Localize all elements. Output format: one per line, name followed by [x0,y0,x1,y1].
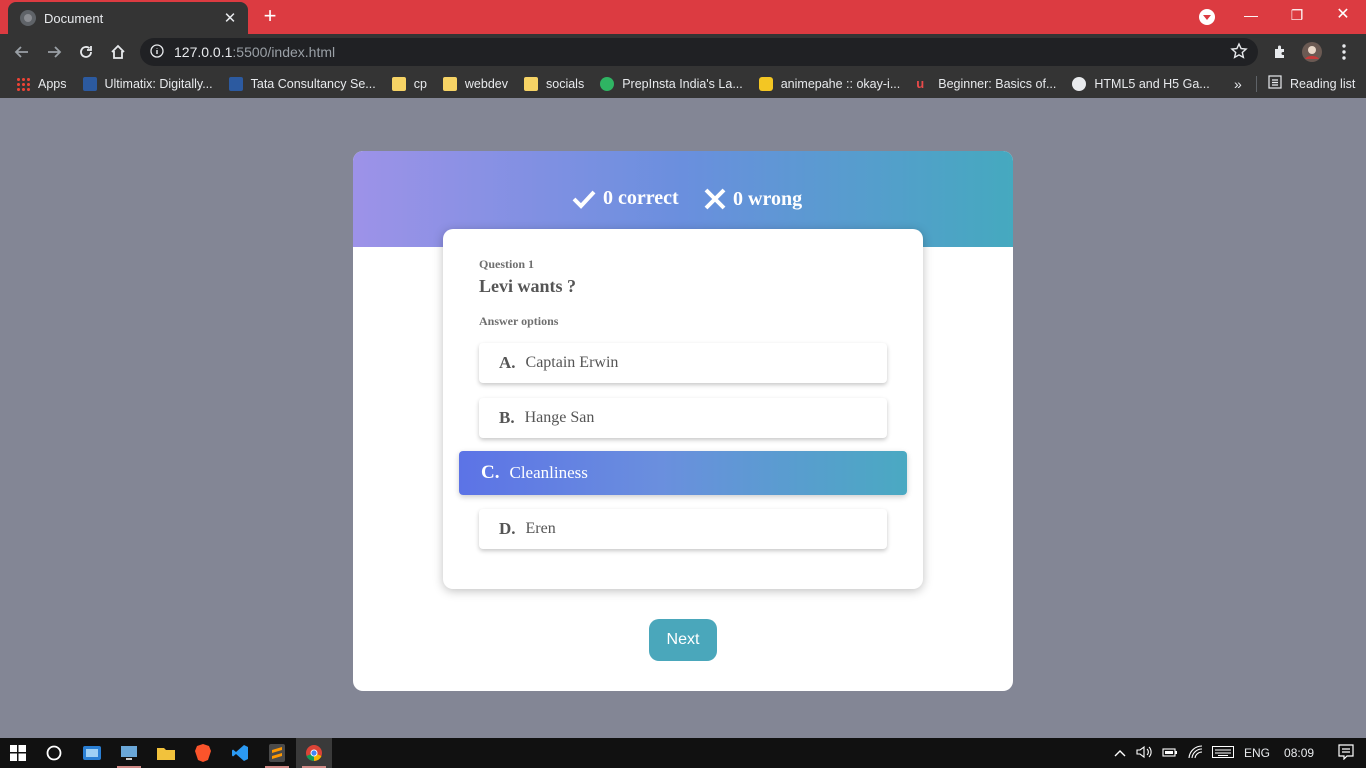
animepahe-icon [758,77,773,91]
folder-icon [442,77,457,91]
volume-icon[interactable] [1136,745,1152,762]
option-d[interactable]: D. Eren [479,509,887,549]
reload-icon[interactable] [74,40,98,64]
battery-icon[interactable] [1162,746,1178,761]
clock[interactable]: 08:09 [1284,746,1314,760]
bookmarks-overflow-icon[interactable]: » [1234,76,1242,92]
bookmark-prepinsta[interactable]: PrepInsta India's La... [600,77,743,91]
folder-icon [524,77,538,91]
prepinsta-icon [600,77,615,91]
option-text: Hange San [524,409,595,426]
menu-kebab-icon[interactable] [1332,40,1356,64]
app-icon[interactable] [74,738,110,768]
divider [1256,76,1257,92]
page-viewport: 0 correct 0 wrong Question 1 Levi wants … [0,98,1366,738]
next-button[interactable]: Next [649,619,717,661]
option-text: Cleanliness [509,463,588,482]
tab-strip: Document ✕ + — ❐ ✕ [0,0,1366,34]
windows-taskbar: ENG 08:09 [0,738,1366,768]
bookmark-folder-socials[interactable]: socials [524,77,584,91]
correct-count: 0 correct [603,187,679,209]
option-text: Captain Erwin [525,354,619,371]
folder-icon [391,77,406,91]
bookmarks-bar: Apps Ultimatix: Digitally... Tata Consul… [0,70,1366,98]
url-host: 127.0.0.1 [174,44,233,60]
tab-close-icon[interactable]: ✕ [222,9,238,27]
check-icon [572,190,596,209]
tata-icon [82,77,97,91]
reading-list-button[interactable]: Reading list [1268,75,1355,92]
option-text: Eren [525,520,556,537]
bookmark-star-icon[interactable] [1230,42,1248,63]
site-info-icon[interactable] [150,43,164,61]
bookmark-tcs[interactable]: Tata Consultancy Se... [228,77,376,91]
windows-start-icon[interactable] [0,738,36,768]
notification-center-icon[interactable] [1338,743,1354,763]
tab-document[interactable]: Document ✕ [8,2,248,34]
bookmark-folder-webdev[interactable]: webdev [442,77,508,91]
vscode-icon[interactable] [222,738,258,768]
wifi-icon[interactable] [1188,744,1204,762]
x-icon [704,188,726,210]
correct-score: 0 correct [571,187,679,210]
bookmark-html5-games[interactable]: HTML5 and H5 Ga... [1072,77,1210,91]
language-indicator[interactable]: ENG [1244,746,1270,760]
chevron-up-icon[interactable] [1114,746,1126,760]
quiz-container: 0 correct 0 wrong Question 1 Levi wants … [353,151,1013,691]
new-tab-button[interactable]: + [258,4,282,28]
wrong-count: 0 wrong [733,187,803,210]
option-c-selected[interactable]: C. Cleanliness [459,451,907,495]
bookmark-animepahe[interactable]: animepahe :: okay-i... [758,77,900,91]
globe-icon [1072,77,1087,91]
apps-grid-icon [16,77,30,91]
back-icon[interactable] [10,40,34,64]
address-bar[interactable]: 127.0.0.1:5500/index.html [140,38,1258,66]
chrome-icon[interactable] [296,738,332,768]
home-icon[interactable] [106,40,130,64]
avatar[interactable] [1300,40,1324,64]
bookmark-apps[interactable]: Apps [16,77,67,91]
url-path: :5500/index.html [232,44,336,60]
udemy-icon: u [916,76,925,91]
bookmark-ultimatix[interactable]: Ultimatix: Digitally... [82,77,213,91]
question-text: Levi wants ? [479,276,577,296]
minimize-button[interactable]: — [1228,0,1274,32]
answer-options-label: Answer options [479,314,559,328]
browser-toolbar: 127.0.0.1:5500/index.html [0,34,1366,70]
option-letter: C. [481,462,500,483]
option-b[interactable]: B. Hange San [479,398,887,438]
window-close-button[interactable]: ✕ [1320,0,1366,32]
bookmark-folder-cp[interactable]: cp [391,77,427,91]
option-letter: B. [499,408,515,427]
tab-search-icon[interactable] [1199,9,1215,25]
sublime-icon[interactable] [259,738,295,768]
globe-icon [20,10,36,26]
option-letter: A. [499,353,516,372]
question-number: Question 1 [479,257,535,271]
brave-icon[interactable] [185,738,221,768]
remote-desktop-icon[interactable] [111,738,147,768]
extensions-icon[interactable] [1268,40,1292,64]
tata-icon [228,77,243,91]
keyboard-icon[interactable] [1212,745,1234,761]
question-card: Question 1 Levi wants ? Answer options A… [443,229,923,589]
option-letter: D. [499,519,516,538]
tab-title: Document [44,10,104,26]
bookmark-udemy[interactable]: u Beginner: Basics of... [916,76,1056,92]
restore-button[interactable]: ❐ [1274,0,1320,32]
wrong-score: 0 wrong [703,187,802,211]
file-explorer-icon[interactable] [148,738,184,768]
reading-list-icon [1268,75,1282,92]
forward-icon[interactable] [42,40,66,64]
system-tray: ENG 08:09 [1114,738,1354,768]
cortana-icon[interactable] [36,738,72,768]
option-a[interactable]: A. Captain Erwin [479,343,887,383]
